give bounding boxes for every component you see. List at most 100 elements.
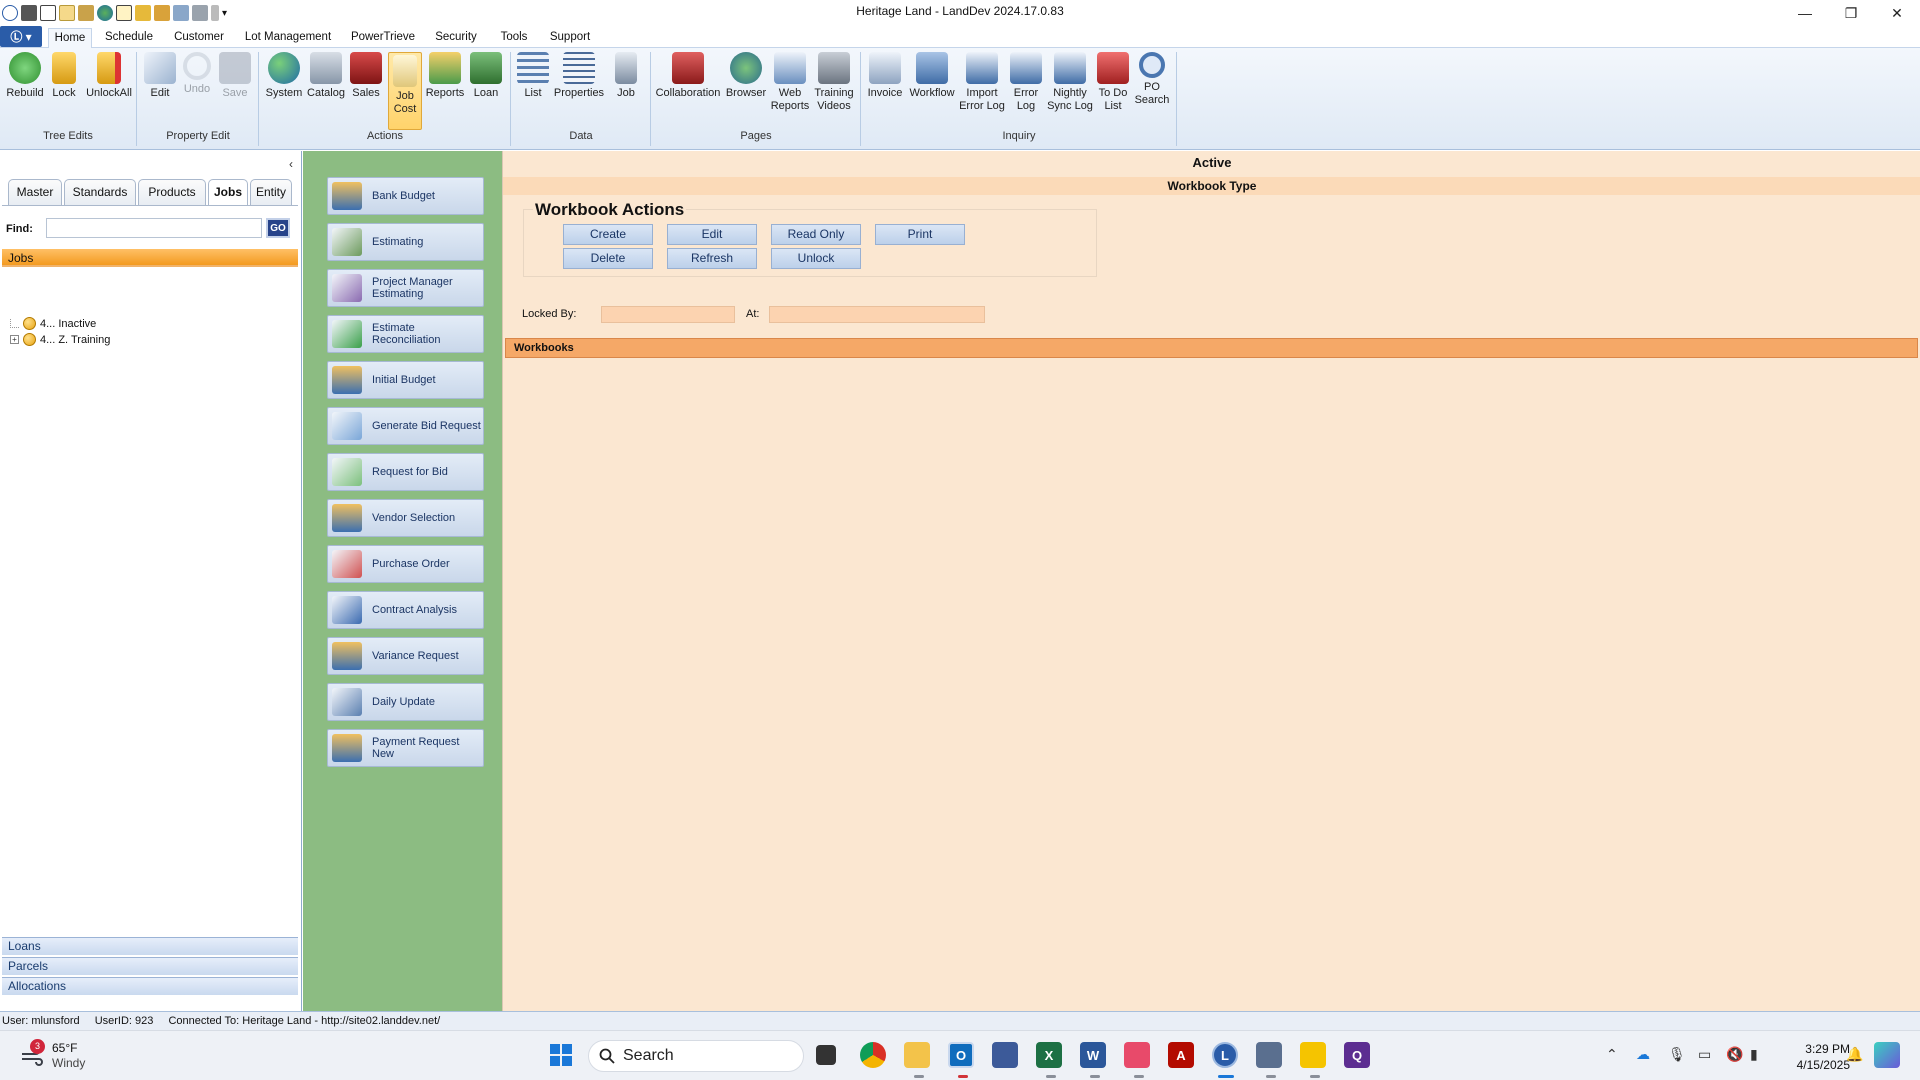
edit-workbook-button[interactable]: Edit — [667, 224, 757, 245]
tree-node-inactive[interactable]: 4... Inactive — [10, 317, 96, 330]
print-button[interactable]: Print — [875, 224, 965, 245]
system-button[interactable]: System — [264, 52, 304, 128]
go-button[interactable]: GO — [266, 218, 290, 238]
notification-bell-icon[interactable]: 🔔 — [1846, 1046, 1863, 1063]
pencil-icon — [144, 52, 176, 84]
job-cost-button[interactable]: Job Cost — [388, 52, 422, 130]
invoice-button[interactable]: Invoice — [864, 52, 906, 128]
training-videos-button[interactable]: Training Videos — [812, 52, 856, 128]
collaboration-button[interactable]: Collaboration — [654, 52, 722, 128]
chevron-up-icon[interactable]: ⌃ — [1606, 1046, 1618, 1063]
module-generate-bid-request[interactable]: Generate Bid Request — [327, 407, 484, 445]
list-button[interactable]: List — [516, 52, 550, 128]
loan-button[interactable]: Loan — [468, 52, 504, 128]
word-icon[interactable]: W — [1080, 1042, 1106, 1068]
undo-button[interactable]: Undo — [180, 52, 214, 128]
weather-widget[interactable]: 3 65°F Windy — [20, 1037, 85, 1075]
microphone-icon[interactable]: 🎙 — [1668, 1046, 1686, 1063]
module-daily-update[interactable]: Daily Update — [327, 683, 484, 721]
catalog-button[interactable]: Catalog — [306, 52, 346, 128]
module-purchase-order[interactable]: Purchase Order — [327, 545, 484, 583]
browser-button[interactable]: Browser — [724, 52, 768, 128]
refresh-button[interactable]: Refresh — [667, 248, 757, 269]
calculator-icon[interactable] — [1256, 1042, 1282, 1068]
lock-button[interactable]: Lock — [48, 52, 80, 128]
file-explorer-icon[interactable] — [904, 1042, 930, 1068]
tab-schedule[interactable]: Schedule — [100, 28, 158, 48]
maximize-button[interactable]: ❐ — [1828, 0, 1874, 26]
web-reports-button[interactable]: Web Reports — [770, 52, 810, 128]
volume-muted-icon[interactable]: 🔇 — [1726, 1046, 1743, 1063]
expand-icon[interactable]: + — [10, 335, 19, 344]
sales-button[interactable]: Sales — [348, 52, 384, 128]
tab-powertrieve[interactable]: PowerTrieve — [346, 28, 420, 48]
jobs-section-header[interactable]: Jobs — [2, 249, 298, 267]
find-input[interactable] — [46, 218, 262, 238]
excel-icon[interactable]: X — [1036, 1042, 1062, 1068]
save-button[interactable]: Save — [218, 52, 252, 128]
snipping-tool-icon[interactable] — [1124, 1042, 1150, 1068]
taskbar-search[interactable]: Search — [588, 1040, 804, 1072]
tab-standards[interactable]: Standards — [64, 179, 136, 205]
create-button[interactable]: Create — [563, 224, 653, 245]
module-estimate-reconciliation[interactable]: Estimate Reconciliation — [327, 315, 484, 353]
workflow-button[interactable]: Workflow — [908, 52, 956, 128]
acrobat-icon[interactable]: A — [1168, 1042, 1194, 1068]
module-contract-analysis[interactable]: Contract Analysis — [327, 591, 484, 629]
nav-loans[interactable]: Loans — [2, 937, 298, 955]
network-app-icon[interactable] — [992, 1042, 1018, 1068]
module-payment-request-new[interactable]: Payment Request New — [327, 729, 484, 767]
todo-list-button[interactable]: To Do List — [1096, 52, 1130, 128]
reports-button[interactable]: Reports — [424, 52, 466, 128]
tab-security[interactable]: Security — [430, 28, 482, 48]
nav-allocations[interactable]: Allocations — [2, 977, 298, 995]
system-clock[interactable]: 3:29 PM 4/15/2025 — [1770, 1041, 1850, 1073]
display-icon[interactable]: ▭ — [1698, 1046, 1711, 1063]
collapse-panel-icon[interactable]: ‹ — [289, 157, 293, 171]
job-button[interactable]: Job — [608, 52, 644, 128]
module-bank-budget[interactable]: Bank Budget — [327, 177, 484, 215]
error-log-button[interactable]: Error Log — [1008, 52, 1044, 128]
tab-products[interactable]: Products — [138, 179, 206, 205]
read-only-button[interactable]: Read Only — [771, 224, 861, 245]
edit-button[interactable]: Edit — [142, 52, 178, 128]
tab-support[interactable]: Support — [546, 28, 594, 48]
rebuild-button[interactable]: Rebuild — [4, 52, 46, 128]
task-view-icon[interactable] — [816, 1045, 836, 1065]
tab-lot-management[interactable]: Lot Management — [240, 28, 336, 48]
tree-node-training[interactable]: + 4... Z. Training — [10, 333, 110, 346]
delete-button[interactable]: Delete — [563, 248, 653, 269]
tab-jobs[interactable]: Jobs — [208, 179, 248, 206]
chrome-icon[interactable] — [860, 1042, 886, 1068]
start-button[interactable] — [548, 1042, 574, 1068]
module-request-for-bid[interactable]: Request for Bid — [327, 453, 484, 491]
nightly-sync-log-button[interactable]: Nightly Sync Log — [1046, 52, 1094, 128]
tab-master[interactable]: Master — [8, 179, 62, 205]
battery-icon[interactable]: ▮ — [1750, 1046, 1758, 1063]
refresh-globe-icon — [730, 52, 762, 84]
copilot-icon[interactable] — [1874, 1042, 1900, 1068]
close-button[interactable]: ✕ — [1874, 0, 1920, 26]
unlock-all-button[interactable]: UnlockAll — [84, 52, 134, 128]
nav-parcels[interactable]: Parcels — [2, 957, 298, 975]
properties-button[interactable]: Properties — [552, 52, 606, 128]
tab-entity[interactable]: Entity — [250, 179, 292, 205]
module-project-manager-estimating[interactable]: Project Manager Estimating — [327, 269, 484, 307]
outlook-icon[interactable]: O — [948, 1042, 974, 1068]
tab-customer[interactable]: Customer — [168, 28, 230, 48]
landdev-icon[interactable]: L — [1212, 1042, 1238, 1068]
po-search-button[interactable]: PO Search — [1132, 52, 1172, 128]
tab-home[interactable]: Home — [48, 28, 92, 48]
tab-tools[interactable]: Tools — [490, 28, 538, 48]
app-menu-button[interactable]: Ⓛ ▾ — [0, 26, 42, 47]
import-error-log-button[interactable]: Import Error Log — [958, 52, 1006, 128]
unlock-button[interactable]: Unlock — [771, 248, 861, 269]
module-vendor-selection[interactable]: Vendor Selection — [327, 499, 484, 537]
minimize-button[interactable]: — — [1782, 0, 1828, 26]
module-variance-request[interactable]: Variance Request — [327, 637, 484, 675]
module-initial-budget[interactable]: Initial Budget — [327, 361, 484, 399]
sticky-notes-icon[interactable] — [1300, 1042, 1326, 1068]
teams-icon[interactable]: Q — [1344, 1042, 1370, 1068]
onedrive-icon[interactable]: ☁ — [1636, 1046, 1650, 1063]
module-estimating[interactable]: Estimating — [327, 223, 484, 261]
